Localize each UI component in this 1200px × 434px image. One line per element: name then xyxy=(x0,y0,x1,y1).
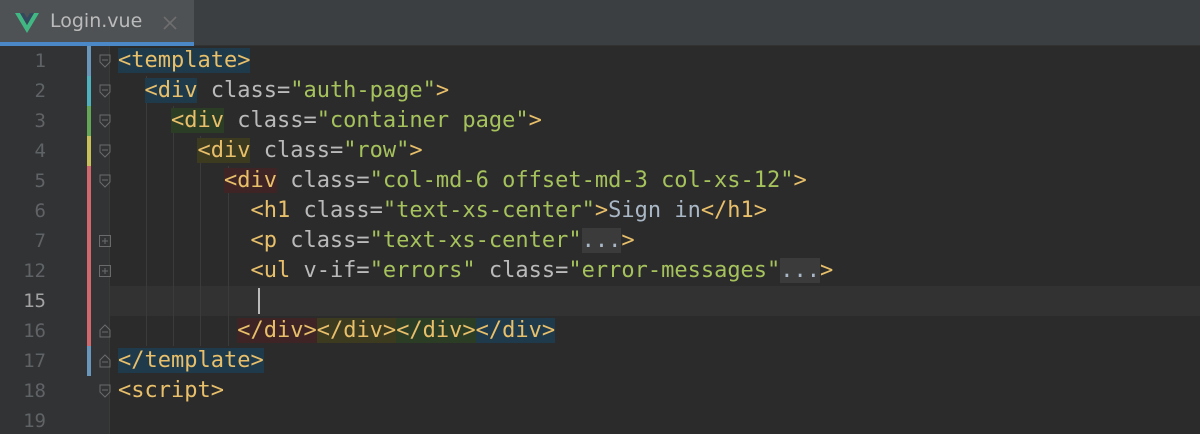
code-tag: > xyxy=(594,198,609,223)
line-number: 12 xyxy=(23,260,46,282)
code-line: <div class="row"> xyxy=(118,136,423,166)
close-icon[interactable] xyxy=(160,13,180,33)
code-tag: </div> xyxy=(237,318,317,343)
fold-collapsed-icon[interactable] xyxy=(98,264,112,278)
code-string: "text-xs-center" xyxy=(382,198,595,223)
code-editor[interactable]: 1 2 3 4 5 6 7 12 15 16 17 18 19 <templat… xyxy=(0,46,1200,434)
line-number: 7 xyxy=(34,230,46,252)
code-line: <ul v-if="errors" class="error-messages"… xyxy=(118,256,833,286)
current-line-highlight xyxy=(110,286,1200,316)
fold-open-icon[interactable] xyxy=(98,114,112,128)
code-line: <template> xyxy=(118,46,251,76)
vcs-change-marker xyxy=(87,346,91,376)
code-tag: </div> xyxy=(316,318,397,343)
code-tag: </h1> xyxy=(700,198,768,223)
code-tag: > xyxy=(528,108,542,133)
code-tag: </template> xyxy=(118,348,264,373)
code-tag: <div xyxy=(197,138,251,163)
code-string: "col-md-6 offset-md-3 col-xs-12" xyxy=(369,168,794,193)
line-number: 5 xyxy=(34,170,46,192)
fold-open-icon[interactable] xyxy=(98,384,112,398)
code-attribute: class= xyxy=(223,108,317,133)
vcs-change-marker xyxy=(87,136,91,166)
editor-tab-bar: Login.vue xyxy=(0,0,1200,46)
code-tag: <h1 xyxy=(250,198,291,223)
code-line: </div></div></div></div> xyxy=(118,316,556,346)
code-tag: > xyxy=(621,228,635,253)
code-line: <div class="auth-page"> xyxy=(118,76,449,106)
vcs-change-marker xyxy=(87,46,91,76)
code-tag: > xyxy=(793,168,807,193)
code-attribute: v-if= xyxy=(290,258,370,283)
code-attribute: class= xyxy=(250,138,344,163)
fold-collapsed-icon[interactable] xyxy=(98,234,112,248)
code-tag: <p xyxy=(250,228,277,253)
code-string: "row" xyxy=(343,138,410,163)
line-number: 17 xyxy=(23,350,46,372)
code-tag: <div xyxy=(144,78,198,103)
code-attribute: class= xyxy=(276,168,370,193)
line-number: 18 xyxy=(23,380,46,402)
code-string: "auth-page" xyxy=(290,78,436,103)
line-number: 16 xyxy=(23,320,46,342)
code-string: "error-messages" xyxy=(568,258,781,283)
text-caret xyxy=(258,288,260,314)
code-line: </template> xyxy=(118,346,264,376)
code-attribute: class= xyxy=(197,78,291,103)
code-attribute: class= xyxy=(290,198,383,223)
code-attribute: class= xyxy=(276,228,370,253)
code-line: <script> xyxy=(118,376,224,406)
line-number: 4 xyxy=(34,140,46,162)
vue-logo-icon xyxy=(15,13,39,33)
code-tag: </div> xyxy=(475,318,556,343)
code-tag: <ul xyxy=(250,258,291,283)
line-number: 6 xyxy=(34,200,46,222)
line-number: 3 xyxy=(34,110,46,132)
fold-close-icon[interactable] xyxy=(98,354,112,368)
folded-code-ellipsis[interactable]: ... xyxy=(581,228,622,253)
code-line: <div class="col-md-6 offset-md-3 col-xs-… xyxy=(118,166,807,196)
code-line: <h1 class="text-xs-center">Sign in</h1> xyxy=(118,196,767,226)
code-line: <div class="container page"> xyxy=(118,106,542,136)
fold-open-icon[interactable] xyxy=(98,84,112,98)
vcs-change-marker xyxy=(87,106,91,136)
code-string: "text-xs-center" xyxy=(369,228,582,253)
code-tag: <div xyxy=(223,168,277,193)
line-number: 2 xyxy=(34,80,46,102)
line-number-active: 15 xyxy=(23,290,46,312)
folded-code-ellipsis[interactable]: ... xyxy=(780,258,821,283)
code-tag: > xyxy=(435,78,450,103)
line-number: 1 xyxy=(34,50,46,72)
code-tag: > xyxy=(409,138,423,163)
fold-open-icon[interactable] xyxy=(98,174,112,188)
code-tag: </div> xyxy=(396,318,476,343)
code-line: <p class="text-xs-center"...> xyxy=(118,226,635,256)
code-attribute: class= xyxy=(475,258,569,283)
tab-title: Login.vue xyxy=(50,10,143,32)
vcs-change-marker xyxy=(87,166,91,376)
code-string: "container page" xyxy=(316,108,529,133)
fold-close-icon[interactable] xyxy=(98,324,112,338)
code-tag: <template> xyxy=(118,48,251,73)
code-tag: <script> xyxy=(118,378,224,403)
code-tag: <div xyxy=(170,108,224,133)
fold-open-icon[interactable] xyxy=(98,144,112,158)
code-text: Sign in xyxy=(608,198,701,223)
tab-login-vue[interactable]: Login.vue xyxy=(0,0,194,46)
code-string: "errors" xyxy=(369,258,476,283)
line-number: 19 xyxy=(23,410,46,432)
vcs-change-marker xyxy=(87,76,91,106)
fold-open-icon[interactable] xyxy=(98,54,112,68)
code-tag: > xyxy=(820,258,834,283)
